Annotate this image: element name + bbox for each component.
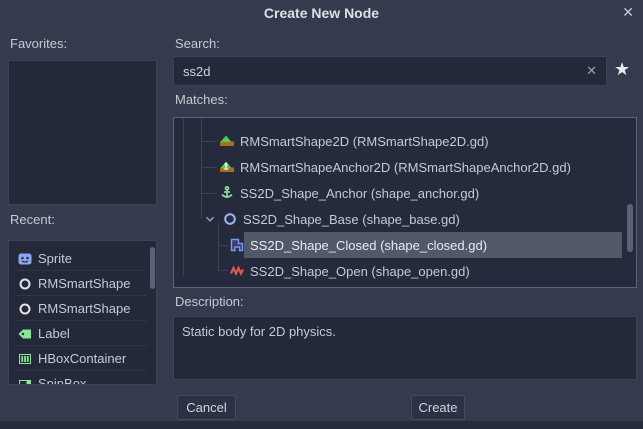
tree-row[interactable]: SS2D_Shape_Open (shape_open.gd)	[229, 258, 470, 284]
list-item-label: Label	[38, 326, 70, 341]
description-text: Static body for 2D physics.	[182, 324, 336, 339]
description-label: Description:	[175, 294, 244, 309]
list-item[interactable]: HBoxContainer	[17, 346, 126, 371]
anchor-icon	[219, 185, 235, 201]
tree-row-label: RMSmartShape2D (RMSmartShape2D.gd)	[240, 134, 489, 149]
favorite-star-icon[interactable]: ★	[614, 59, 630, 80]
list-item[interactable]: RMSmartShape	[17, 271, 130, 296]
tree-row[interactable]: SS2D_Shape_Anchor (shape_anchor.gd)	[219, 180, 479, 206]
hbox-container-icon	[17, 351, 33, 367]
tree-row-label: SS2D_Shape_Base (shape_base.gd)	[243, 212, 460, 227]
recent-scrollbar-thumb[interactable]	[150, 247, 155, 289]
search-input[interactable]: ss2d ✕	[173, 56, 607, 86]
recent-list: Sprite RMSmartShape RMSmartShape Label	[8, 240, 157, 385]
sprite-icon	[17, 251, 33, 267]
matches-label: Matches:	[175, 92, 228, 107]
tree-row[interactable]: RMSmartShapeAnchor2D (RMSmartShapeAnchor…	[219, 154, 571, 180]
dialog-bottom-edge	[0, 421, 643, 429]
tree-row-label: RMSmartShapeAnchor2D (RMSmartShapeAnchor…	[240, 160, 571, 175]
spinbox-icon	[17, 376, 33, 386]
list-item-label: SpinBox	[38, 376, 86, 385]
circle-icon	[17, 301, 33, 317]
tree-row-selected[interactable]: SS2D_Shape_Closed (shape_closed.gd)	[229, 232, 487, 258]
cancel-button[interactable]: Cancel	[177, 395, 236, 420]
chevron-down-icon[interactable]	[203, 212, 217, 226]
clear-search-icon[interactable]: ✕	[586, 63, 597, 79]
list-item[interactable]: SpinBox	[17, 371, 86, 385]
list-item[interactable]: Label	[17, 321, 70, 346]
tree-row-label: SS2D_Shape_Anchor (shape_anchor.gd)	[240, 186, 479, 201]
search-label: Search:	[175, 36, 220, 51]
circle-icon	[17, 276, 33, 292]
list-item-label: RMSmartShape	[38, 301, 130, 316]
create-button[interactable]: Create	[411, 395, 465, 420]
tree-row[interactable]: SS2D_Shape_Base (shape_base.gd)	[203, 206, 460, 232]
open-shape-icon	[229, 263, 245, 279]
dialog-title: Create New Node	[0, 5, 643, 21]
list-item[interactable]: RMSmartShape	[17, 296, 130, 321]
tree-row-label: SS2D_Shape_Open (shape_open.gd)	[250, 264, 470, 279]
matches-tree: RMSmartShape2D (RMSmartShape2D.gd) RMSma…	[173, 117, 637, 288]
recent-label: Recent:	[10, 212, 55, 227]
label-tag-icon	[17, 326, 33, 342]
list-item-label: Sprite	[38, 251, 72, 266]
favorites-label: Favorites:	[10, 36, 67, 51]
favorites-list	[8, 60, 157, 205]
closed-shape-icon	[229, 237, 245, 253]
close-icon[interactable]: ✕	[622, 4, 634, 21]
list-item[interactable]: Sprite	[17, 246, 72, 271]
matches-scrollbar-thumb[interactable]	[627, 204, 633, 252]
search-input-value: ss2d	[183, 64, 586, 79]
circle-outline-icon	[222, 211, 238, 227]
tree-row[interactable]: RMSmartShape2D (RMSmartShape2D.gd)	[219, 128, 489, 154]
create-new-node-dialog: Create New Node ✕ Favorites: Recent: Spr…	[0, 0, 643, 429]
description-box: Static body for 2D physics.	[173, 316, 637, 380]
terrain-anchor-icon	[219, 159, 235, 175]
list-item-label: RMSmartShape	[38, 276, 130, 291]
list-item-label: HBoxContainer	[38, 351, 126, 366]
terrain-icon	[219, 133, 235, 149]
tree-row-label: SS2D_Shape_Closed (shape_closed.gd)	[250, 238, 487, 253]
